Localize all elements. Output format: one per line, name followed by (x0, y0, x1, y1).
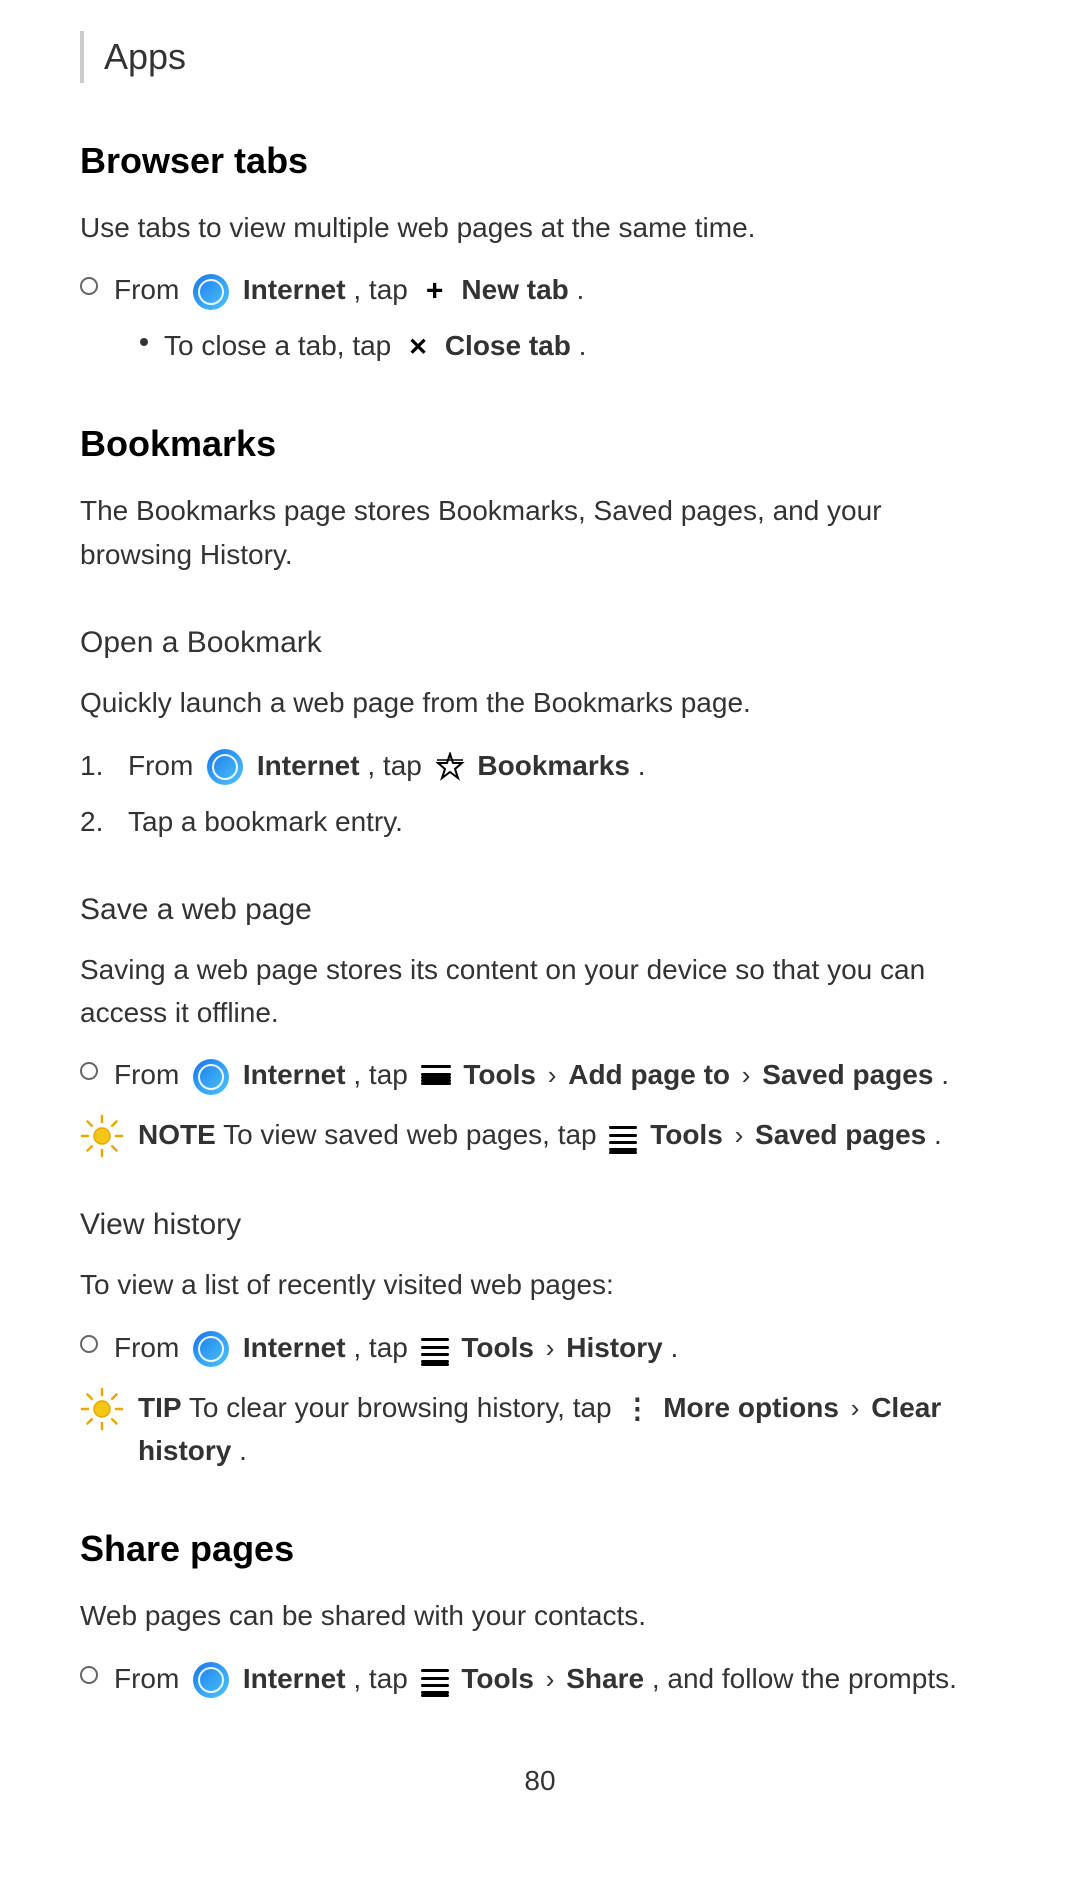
internet-app-icon (193, 1662, 229, 1698)
list-item: From Internet , tap Tools › Add page to … (80, 1054, 1000, 1096)
share-pages-list: From Internet , tap Tools › Share , and … (80, 1658, 1000, 1700)
open-bookmark-list: 1. From Internet , tap Bookmarks . (80, 745, 1000, 843)
note-sun-icon (80, 1114, 124, 1158)
open-bookmark-description: Quickly launch a web page from the Bookm… (80, 681, 1000, 724)
note-text: NOTE To view saved web pages, tap Tools … (138, 1114, 1000, 1156)
tools-hamburger-icon-history (421, 1338, 449, 1360)
page-container: Apps Browser tabs Use tabs to view multi… (0, 0, 1080, 1882)
share-pages-description: Web pages can be shared with your contac… (80, 1594, 1000, 1637)
bookmarks-description: The Bookmarks page stores Bookmarks, Sav… (80, 489, 1000, 576)
list-item: 1. From Internet , tap Bookmarks . (80, 745, 1000, 787)
instruction-text: From Internet , tap Tools › Share , and … (114, 1658, 957, 1700)
list-item: From Internet , tap New tab . (80, 269, 1000, 311)
bullet-dot-icon (140, 338, 148, 346)
tip-text: TIP To clear your browsing history, tap … (138, 1387, 1000, 1473)
tools-hamburger-icon (421, 1065, 451, 1089)
bookmarks-heading: Bookmarks (80, 417, 1000, 471)
list-item: To close a tab, tap Close tab . (80, 325, 1000, 367)
internet-app-icon (193, 274, 229, 310)
open-bookmark-subheading: Open a Bookmark (80, 620, 1000, 665)
view-history-list: From Internet , tap Tools › History . (80, 1327, 1000, 1369)
instruction-text: From Internet , tap Tools › Add page to … (114, 1054, 949, 1096)
view-history-description: To view a list of recently visited web p… (80, 1263, 1000, 1306)
list-item: 2. Tap a bookmark entry. (80, 801, 1000, 843)
browser-tabs-section: Browser tabs Use tabs to view multiple w… (80, 134, 1000, 367)
apps-border-line (80, 31, 84, 83)
browser-tabs-heading: Browser tabs (80, 134, 1000, 188)
bookmarks-section: Bookmarks The Bookmarks page stores Book… (80, 417, 1000, 1472)
share-pages-heading: Share pages (80, 1522, 1000, 1576)
note-row: NOTE To view saved web pages, tap Tools … (80, 1114, 1000, 1158)
bullet-circle-icon (80, 1062, 98, 1080)
close-tab-icon (404, 334, 432, 362)
bullet-circle-icon (80, 277, 98, 295)
internet-app-icon (193, 1059, 229, 1095)
instruction-text: From Internet , tap New tab . (114, 269, 584, 311)
save-webpage-list: From Internet , tap Tools › Add page to … (80, 1054, 1000, 1096)
internet-app-icon (193, 1331, 229, 1367)
view-history-subheading: View history (80, 1202, 1000, 1247)
list-item: From Internet , tap Tools › Share , and … (80, 1658, 1000, 1700)
bullet-circle-icon (80, 1666, 98, 1684)
bullet-circle-icon (80, 1335, 98, 1353)
tools-hamburger-icon-note (609, 1126, 637, 1148)
list-item: From Internet , tap Tools › History . (80, 1327, 1000, 1369)
bookmarks-star-icon (435, 752, 465, 782)
save-webpage-subheading: Save a web page (80, 887, 1000, 932)
page-number: 80 (80, 1760, 1000, 1802)
instruction-text: To close a tab, tap Close tab . (164, 325, 586, 367)
save-webpage-description: Saving a web page stores its content on … (80, 948, 1000, 1035)
browser-tabs-description: Use tabs to view multiple web pages at t… (80, 206, 1000, 249)
share-pages-section: Share pages Web pages can be shared with… (80, 1522, 1000, 1699)
browser-tabs-list: From Internet , tap New tab . To close a… (80, 269, 1000, 367)
instruction-text: From Internet , tap Tools › History . (114, 1327, 678, 1369)
tip-sun-icon (80, 1387, 124, 1431)
tip-row: TIP To clear your browsing history, tap … (80, 1387, 1000, 1473)
apps-title: Apps (104, 30, 186, 84)
instruction-text: From Internet , tap Bookmarks . (128, 745, 645, 787)
numbered-label: 2. (80, 801, 128, 843)
numbered-label: 1. (80, 745, 128, 787)
instruction-text: Tap a bookmark entry. (128, 801, 403, 843)
apps-header: Apps (80, 30, 1000, 84)
tools-hamburger-icon-share (421, 1669, 449, 1691)
internet-app-icon (207, 749, 243, 785)
more-options-icon: ⋮ (623, 1388, 651, 1430)
new-tab-plus-icon (421, 278, 449, 306)
